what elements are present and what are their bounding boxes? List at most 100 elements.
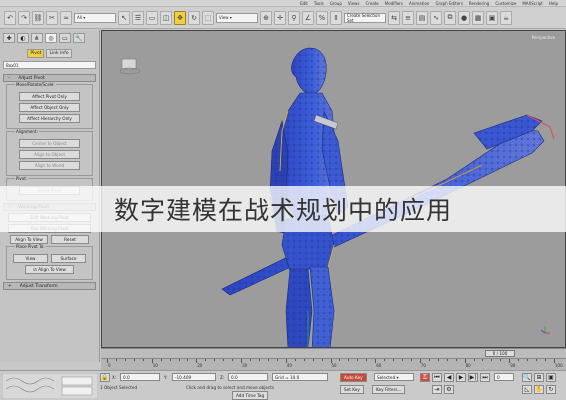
display-tab-icon[interactable]: ▭: [59, 33, 71, 43]
menu-help[interactable]: Help: [549, 1, 558, 6]
align-icon[interactable]: ≡: [402, 10, 414, 25]
affect-pivot-only-button[interactable]: Affect Pivot Only: [19, 92, 80, 101]
schematic-view-icon[interactable]: ⧉: [444, 10, 456, 25]
redo-icon[interactable]: ↷: [18, 10, 30, 25]
orbit-icon[interactable]: ↻: [546, 385, 556, 394]
menu-rendering[interactable]: Rendering: [469, 1, 489, 6]
menu-edit[interactable]: Edit: [300, 1, 308, 6]
undo-icon[interactable]: ↶: [4, 10, 16, 25]
pivot-center-icon[interactable]: ⊕: [260, 10, 272, 25]
menu-modifiers[interactable]: Modifiers: [385, 1, 403, 6]
spinner-snap-icon[interactable]: ⇕: [330, 10, 342, 25]
align-to-world-button[interactable]: Align to World: [19, 161, 80, 170]
menu-maxscript[interactable]: MAXScript: [522, 1, 543, 6]
place-view-button[interactable]: View: [13, 254, 48, 263]
menu-views[interactable]: Views: [348, 1, 360, 6]
reference-coordinate-dropdown[interactable]: View ▾: [216, 12, 258, 23]
key-filters-button[interactable]: Key Filters...: [372, 385, 406, 394]
menu-group[interactable]: Group: [330, 1, 342, 6]
next-frame-icon[interactable]: ▶|: [468, 373, 478, 382]
menu-animation[interactable]: Animation: [409, 1, 429, 6]
y-coordinate-field[interactable]: -10.409: [172, 373, 216, 381]
track-minor-tick: [169, 359, 171, 361]
track-minor-tick: [536, 359, 538, 361]
goto-start-icon[interactable]: ⏮: [432, 373, 442, 382]
link-icon[interactable]: ⛓: [32, 10, 44, 25]
snaps-toggle-icon[interactable]: ⚲: [288, 10, 300, 25]
menu-graph-editors[interactable]: Graph Editors: [435, 1, 462, 6]
bind-space-warp-icon[interactable]: ≈: [60, 10, 72, 25]
percent-snap-icon[interactable]: %: [316, 10, 328, 25]
mirror-icon[interactable]: ⇆: [388, 10, 400, 25]
select-and-scale-icon[interactable]: ⬚: [202, 10, 214, 25]
pan-view-icon[interactable]: ✋: [534, 385, 544, 394]
zoom-all-icon[interactable]: ⊞: [534, 373, 544, 382]
tab-link-info[interactable]: Link Info: [46, 49, 72, 58]
time-slider[interactable]: 0 / 100: [101, 348, 566, 358]
unlink-icon[interactable]: ✂: [46, 10, 58, 25]
current-frame-field[interactable]: 0: [494, 373, 514, 381]
key-mode-dropdown[interactable]: Selected ▾: [374, 373, 414, 381]
window-crossing-icon[interactable]: ◫: [160, 10, 172, 25]
rollout-adjust-pivot[interactable]: – Adjust Pivot: [3, 74, 96, 82]
quick-render-icon[interactable]: ☕: [500, 10, 512, 25]
render-setup-icon[interactable]: ▦: [472, 10, 484, 25]
track-minor-tick: [142, 359, 144, 361]
zoom-icon[interactable]: 🔍: [522, 373, 532, 382]
align-to-view-button[interactable]: Align To View: [10, 235, 48, 244]
render-frame-icon[interactable]: ▣: [486, 10, 498, 25]
auto-key-button[interactable]: Auto Key: [340, 373, 367, 382]
x-coordinate-field[interactable]: 0.0: [120, 373, 160, 381]
material-editor-icon[interactable]: ●: [458, 10, 470, 25]
angle-snap-icon[interactable]: ∠: [302, 10, 314, 25]
lock-selection-icon[interactable]: 🔒: [100, 373, 110, 382]
time-config-icon[interactable]: ⚙: [444, 385, 454, 394]
track-tick-label: 90: [510, 363, 516, 368]
track-bar[interactable]: 0 10 20 30 40 50 60 70 80 90 100: [101, 358, 566, 370]
object-name-field[interactable]: Box01: [3, 61, 96, 69]
named-selection-set-dropdown[interactable]: Create Selection Set: [344, 12, 386, 23]
hierarchy-tab-icon[interactable]: ⋔: [31, 33, 43, 43]
field-of-view-icon[interactable]: ◺: [522, 385, 532, 394]
group-title: Pivot:: [15, 176, 29, 181]
place-surface-button[interactable]: Surface: [51, 254, 86, 263]
goto-end-icon[interactable]: ⏭: [480, 373, 490, 382]
align-to-object-button[interactable]: Align to Object: [19, 150, 80, 159]
add-time-tag-button[interactable]: Add Time Tag: [232, 391, 269, 400]
center-to-object-button[interactable]: Center to Object: [19, 139, 80, 148]
time-slider-knob[interactable]: 0 / 100: [485, 350, 515, 357]
status-bar: 🔒 X: 0.0 Y: -10.409 Z: 0.0 Grid = 10.0 1…: [0, 370, 566, 400]
select-and-move-icon[interactable]: ✥: [174, 10, 186, 25]
reset-button[interactable]: Reset: [51, 235, 89, 244]
select-object-icon[interactable]: ↖: [118, 10, 130, 25]
rollout-adjust-transform[interactable]: + Adjust Transform: [3, 282, 96, 290]
z-coordinate-field[interactable]: 0.0: [228, 373, 268, 381]
track-minor-tick: [428, 359, 430, 361]
affect-hierarchy-only-button[interactable]: Affect Hierarchy Only: [19, 114, 80, 123]
select-by-name-icon[interactable]: ☰: [132, 10, 144, 25]
utilities-tab-icon[interactable]: 🔧: [73, 33, 85, 43]
align-to-view-checkbox[interactable]: ☑ Align To View: [25, 265, 74, 274]
tab-pivot[interactable]: Pivot: [27, 49, 45, 58]
key-mode-toggle-icon[interactable]: ⇥: [432, 385, 442, 394]
prev-frame-icon[interactable]: ◀: [444, 373, 454, 382]
zoom-extents-icon[interactable]: ▣: [546, 373, 556, 382]
menu-customize[interactable]: Customize: [495, 1, 516, 6]
affect-object-only-button[interactable]: Affect Object Only: [19, 103, 80, 112]
create-tab-icon[interactable]: ✚: [3, 33, 15, 43]
modify-tab-icon[interactable]: ◐: [17, 33, 29, 43]
motion-tab-icon[interactable]: ◎: [45, 33, 57, 43]
menu-tools[interactable]: Tools: [314, 1, 324, 6]
menu-create[interactable]: Create: [365, 1, 378, 6]
select-and-rotate-icon[interactable]: ↻: [188, 10, 200, 25]
play-icon[interactable]: ▶: [456, 373, 466, 382]
maxscript-listener-icon[interactable]: [2, 373, 98, 399]
selection-filter-dropdown[interactable]: All ▾: [74, 12, 116, 23]
rect-selection-icon[interactable]: ▭: [146, 10, 158, 25]
set-key-icon[interactable]: ⚿: [420, 373, 430, 382]
manipulate-icon[interactable]: ✛: [274, 10, 286, 25]
curve-editor-icon[interactable]: ∿: [430, 10, 442, 25]
track-minor-tick: [455, 359, 457, 361]
set-key-button[interactable]: Set Key: [340, 385, 364, 394]
layer-manager-icon[interactable]: ▤: [416, 10, 428, 25]
